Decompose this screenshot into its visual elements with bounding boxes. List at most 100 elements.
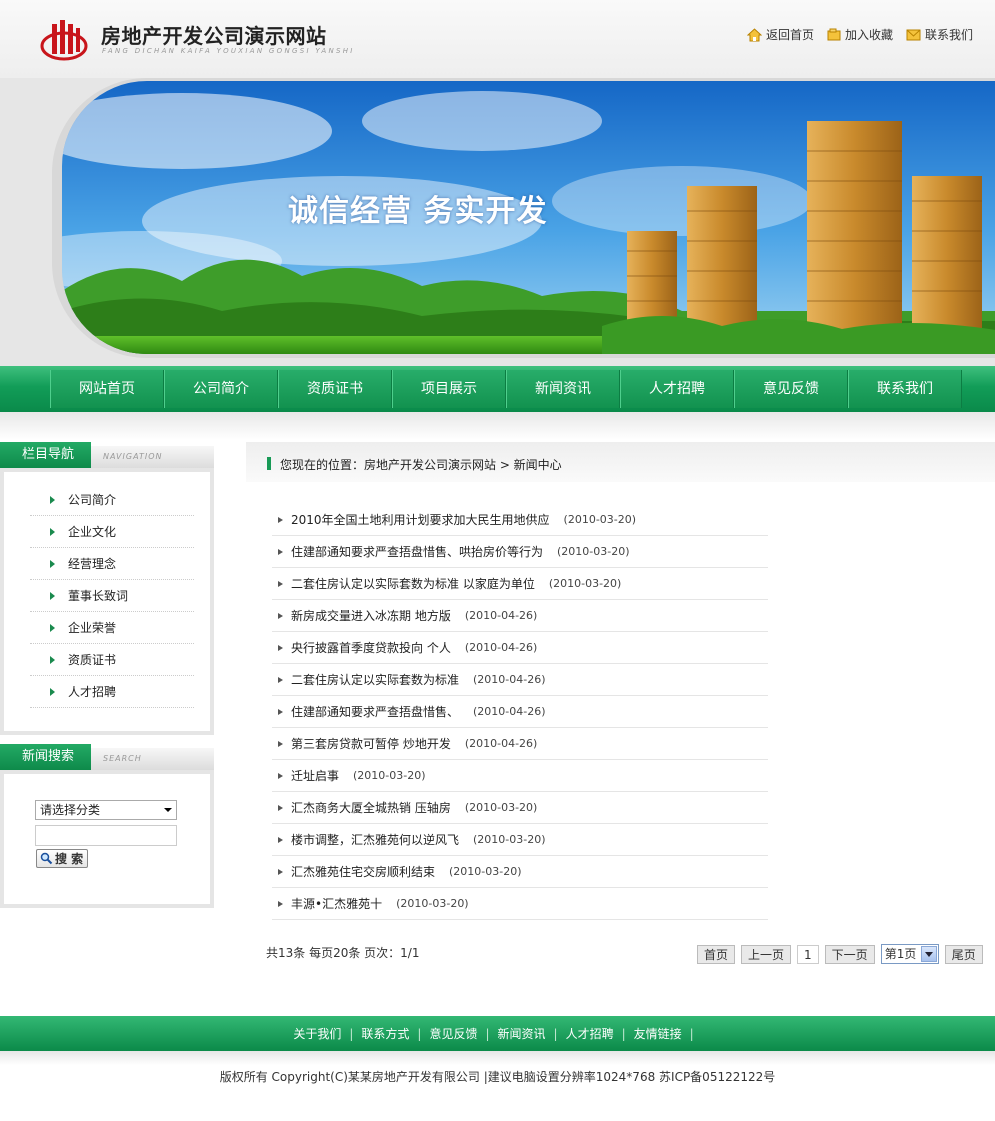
main-nav: 网站首页 公司简介 资质证书 项目展示 新闻资讯 人才招聘 意见反馈 联系我们	[0, 366, 995, 412]
news-date: (2010-03-20)	[548, 577, 622, 590]
bookmark-icon	[827, 28, 841, 41]
footer-separator: |	[417, 1026, 422, 1041]
pager-info: 共13条 每页20条 页次：1/1	[266, 946, 420, 960]
bullet-icon	[278, 804, 283, 811]
arrow-right-icon	[50, 623, 55, 632]
list-item[interactable]: 第三套房贷款可暂停 炒地开发 (2010-04-26)	[272, 728, 768, 760]
footer-shadow	[0, 1051, 995, 1065]
bookmark-link[interactable]: 加入收藏	[827, 26, 893, 43]
prev-page-button[interactable]: 上一页	[741, 944, 792, 964]
news-title: 住建部通知要求严查捂盘惜售、哄抬房价等行为	[291, 545, 544, 559]
list-item[interactable]: 二套住房认定以实际套数为标准 (2010-04-26)	[272, 664, 768, 696]
top-links: 返回首页 加入收藏 联系我们	[746, 26, 973, 43]
page-select[interactable]: 第1页	[880, 944, 939, 964]
first-page-button[interactable]: 首页	[697, 944, 736, 964]
news-title: 丰源•汇杰雅苑十	[291, 897, 383, 911]
news-date: (2010-04-26)	[473, 705, 546, 718]
sidebar-item-label: 董事长致词	[68, 589, 129, 603]
news-date: (2010-03-20)	[449, 865, 522, 878]
next-page-button[interactable]: 下一页	[824, 944, 875, 964]
footer-link-jobs[interactable]: 人才招聘	[566, 1025, 614, 1042]
bullet-icon	[278, 772, 283, 779]
search-button[interactable]: 搜 索	[36, 849, 88, 868]
sidebar-nav-list: 公司简介 企业文化 经营理念 董事长致词 企业荣誉 资质证书 人才招聘	[0, 468, 214, 735]
sidebar-item-label: 经营理念	[68, 557, 117, 571]
news-title: 第三套房贷款可暂停 炒地开发	[291, 737, 451, 751]
site-header: 房地产开发公司演示网站 FANG DICHAN KAIFA YOUXIAN GO…	[0, 0, 995, 78]
banner: 诚信经营 务实开发	[0, 78, 995, 366]
list-item[interactable]: 汇杰商务大厦全城热销 压轴房 (2010-03-20)	[272, 792, 768, 824]
contact-link[interactable]: 联系我们	[906, 26, 973, 43]
list-item[interactable]: 住建部通知要求严查捂盘惜售、哄抬房价等行为 (2010-03-20)	[272, 536, 768, 568]
sidebar-item-philosophy[interactable]: 经营理念	[30, 548, 194, 580]
list-item[interactable]: 2010年全国土地利用计划要求加大民生用地供应 (2010-03-20)	[272, 504, 768, 536]
sidebar-item-chairman[interactable]: 董事长致词	[30, 580, 194, 612]
category-select[interactable]: 请选择分类	[35, 800, 177, 820]
list-item[interactable]: 汇杰雅苑住宅交房顺利结束 (2010-03-20)	[272, 856, 768, 888]
bullet-icon	[278, 612, 283, 619]
news-title: 汇杰雅苑住宅交房顺利结束	[291, 865, 436, 879]
sidebar-item-honors[interactable]: 企业荣誉	[30, 612, 194, 644]
sidebar-item-culture[interactable]: 企业文化	[30, 516, 194, 548]
logo-icon	[40, 20, 88, 61]
footer-separator: |	[621, 1026, 626, 1041]
list-item[interactable]: 丰源•汇杰雅苑十 (2010-03-20)	[272, 888, 768, 920]
arrow-right-icon	[50, 559, 55, 568]
list-item[interactable]: 楼市调整，汇杰雅苑何以逆风飞 (2010-03-20)	[272, 824, 768, 856]
breadcrumb: 您现在的位置：房地产开发公司演示网站 > 新闻中心	[246, 442, 995, 482]
banner-slogan: 诚信经营 务实开发	[288, 194, 548, 229]
copyright-text: 版权所有 Copyright(C)某某房地产开发有限公司 |建议电脑设置分辨率1…	[219, 1070, 776, 1084]
category-select-value: 请选择分类	[40, 803, 101, 817]
arrow-right-icon	[50, 655, 55, 664]
current-page-number[interactable]: 1	[797, 944, 819, 964]
search-input[interactable]	[35, 825, 177, 846]
sidebar-item-about[interactable]: 公司简介	[30, 484, 194, 516]
list-item[interactable]: 住建部通知要求严查捂盘惜售、 (2010-04-26)	[272, 696, 768, 728]
news-title: 汇杰商务大厦全城热销 压轴房	[291, 801, 451, 815]
bullet-icon	[278, 900, 283, 907]
site-pinyin: FANG DICHAN KAIFA YOUXIAN GONGSI YANSHI	[102, 47, 355, 55]
arrow-right-icon	[50, 591, 55, 600]
home-link-label: 返回首页	[765, 28, 814, 42]
breadcrumb-marker	[267, 457, 271, 470]
list-item[interactable]: 新房成交量进入冰冻期 地方版 (2010-04-26)	[272, 600, 768, 632]
footer-separator: |	[553, 1026, 558, 1041]
last-page-button[interactable]: 尾页	[944, 944, 983, 964]
footer-link-news[interactable]: 新闻资讯	[498, 1025, 546, 1042]
bullet-icon	[278, 676, 283, 683]
bullet-icon	[278, 548, 283, 555]
list-item[interactable]: 迁址启事 (2010-03-20)	[272, 760, 768, 792]
nav-item-projects[interactable]: 项目展示	[392, 370, 506, 408]
page-select-value: 第1页	[884, 947, 917, 961]
sidebar-item-label: 资质证书	[68, 653, 117, 667]
nav-item-news[interactable]: 新闻资讯	[506, 370, 620, 408]
news-date: (2010-03-20)	[396, 897, 469, 910]
news-date: (2010-03-20)	[563, 513, 637, 526]
footer-link-friends[interactable]: 友情链接	[634, 1025, 682, 1042]
footer-link-feedback[interactable]: 意见反馈	[429, 1025, 477, 1042]
banner-image: 诚信经营 务实开发	[62, 81, 995, 354]
news-date: (2010-04-26)	[464, 641, 538, 654]
bullet-icon	[278, 644, 283, 651]
sidebar-item-label: 企业荣誉	[68, 621, 117, 635]
list-item[interactable]: 二套住房认定以实际套数为标准 以家庭为单位 (2010-03-20)	[272, 568, 768, 600]
nav-item-contact[interactable]: 联系我们	[848, 370, 962, 408]
search-panel: 请选择分类 搜 索	[0, 770, 214, 908]
news-date: (2010-03-20)	[473, 833, 546, 846]
bullet-icon	[278, 740, 283, 747]
nav-item-feedback[interactable]: 意见反馈	[734, 370, 848, 408]
list-item[interactable]: 央行披露首季度贷款投向 个人 (2010-04-26)	[272, 632, 768, 664]
footer-link-about[interactable]: 关于我们	[293, 1025, 341, 1042]
nav-item-certificates[interactable]: 资质证书	[278, 370, 392, 408]
nav-item-about[interactable]: 公司简介	[164, 370, 278, 408]
news-date: (2010-04-26)	[473, 673, 546, 686]
sidebar-item-jobs[interactable]: 人才招聘	[30, 676, 194, 708]
news-title: 二套住房认定以实际套数为标准 以家庭为单位	[291, 577, 535, 591]
breadcrumb-text: 您现在的位置：房地产开发公司演示网站 > 新闻中心	[280, 458, 562, 472]
sidebar-item-certificates[interactable]: 资质证书	[30, 644, 194, 676]
sidebar-search: 新闻搜索 SEARCH 请选择分类 搜 索	[0, 744, 214, 908]
nav-item-home[interactable]: 网站首页	[50, 370, 164, 408]
nav-item-jobs[interactable]: 人才招聘	[620, 370, 734, 408]
footer-link-contact[interactable]: 联系方式	[361, 1025, 409, 1042]
home-link[interactable]: 返回首页	[746, 26, 814, 43]
